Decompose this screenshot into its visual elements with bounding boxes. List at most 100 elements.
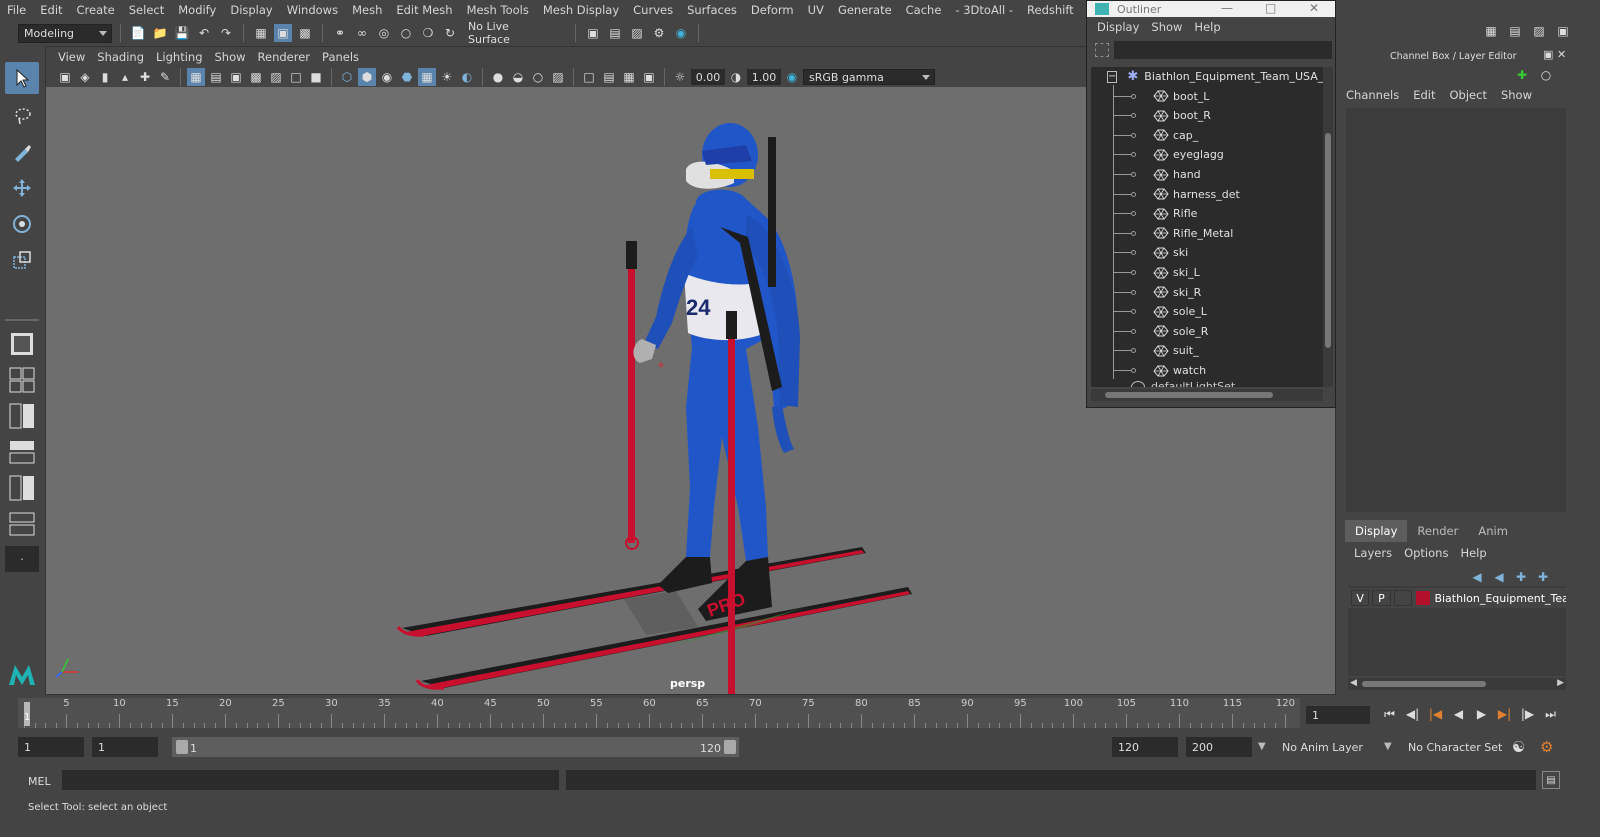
collapse-icon[interactable]: −	[1107, 70, 1118, 83]
play-backward-icon[interactable]: ◀	[1449, 704, 1468, 724]
new-layer-icon[interactable]: ✚	[1512, 568, 1530, 586]
channel-box-icon[interactable]: ▣	[1554, 22, 1572, 40]
layer-type-toggle[interactable]	[1393, 590, 1412, 606]
color-management-icon[interactable]: ◉	[783, 68, 801, 86]
scrollbar-thumb[interactable]	[1105, 392, 1273, 398]
range-slider[interactable]	[172, 737, 739, 757]
layer-visibility-toggle[interactable]: V	[1351, 590, 1370, 606]
outliner-item-rifle-metal[interactable]: Rifle_Metal	[1091, 224, 1323, 243]
script-editor-icon[interactable]: ▤	[1542, 771, 1560, 789]
outliner-item-ski-l[interactable]: ski_L	[1091, 263, 1323, 282]
menu-mesh[interactable]: Mesh	[345, 3, 389, 17]
scale-tool-button[interactable]	[5, 244, 39, 276]
select-tool-button[interactable]	[5, 62, 39, 94]
outliner-vertical-scrollbar[interactable]	[1323, 67, 1333, 387]
outliner-window[interactable]: Outliner — □ ✕ Display Show Help − ✱ Biath…	[1086, 0, 1336, 408]
outliner-item-rifle[interactable]: Rifle	[1091, 204, 1323, 223]
preferences-icon[interactable]: ⚙	[1540, 738, 1553, 756]
xray-icon[interactable]: ▤	[600, 68, 618, 86]
outliner-search-input[interactable]	[1114, 41, 1332, 59]
outliner-item-ski-r[interactable]: ski_R	[1091, 283, 1323, 302]
shadows-icon[interactable]: ◐	[458, 68, 476, 86]
grease-pencil-icon[interactable]: ✎	[156, 68, 174, 86]
save-scene-icon[interactable]: 💾	[173, 24, 191, 42]
close-icon[interactable]: ✕	[1557, 48, 1566, 61]
redo-icon[interactable]: ↷	[217, 24, 235, 42]
move-tool-button[interactable]	[5, 172, 39, 204]
channel-menu-show[interactable]: Show	[1501, 88, 1532, 102]
menu-mesh-display[interactable]: Mesh Display	[536, 3, 626, 17]
outliner-item-harness-det[interactable]: harness_det	[1091, 185, 1323, 204]
color-space-dropdown[interactable]: sRGB gamma	[803, 69, 935, 85]
scroll-left-icon[interactable]: ◀	[1350, 678, 1357, 688]
chevron-down-icon[interactable]: ▼	[1258, 741, 1266, 752]
step-forward-key-icon[interactable]: ▶|	[1495, 704, 1514, 724]
film-gate-icon[interactable]: ▤	[207, 68, 225, 86]
gate-mask-icon[interactable]: ▩	[247, 68, 265, 86]
step-back-frame-icon[interactable]: ◀|	[1403, 704, 1422, 724]
safe-title-icon[interactable]: ■	[307, 68, 325, 86]
close-icon[interactable]: ✕	[1309, 1, 1319, 15]
outliner-partial-row[interactable]: defaultLightSet	[1091, 377, 1323, 387]
menu-deform[interactable]: Deform	[744, 3, 801, 17]
menu-windows[interactable]: Windows	[280, 3, 345, 17]
maximize-icon[interactable]: □	[1265, 1, 1276, 15]
modeling-toolkit-icon[interactable]: ▦	[1482, 22, 1500, 40]
single-view-layout-button[interactable]	[5, 328, 39, 360]
channel-menu-edit[interactable]: Edit	[1413, 88, 1435, 102]
outliner-tree[interactable]: − ✱ Biathlon_Equipment_Team_USA_Se boot_…	[1091, 67, 1323, 387]
menu-redshift[interactable]: Redshift	[1020, 3, 1081, 17]
safe-action-icon[interactable]: □	[287, 68, 305, 86]
select-object-icon[interactable]: ▣	[274, 24, 292, 42]
menu-uv[interactable]: UV	[801, 3, 831, 17]
menu-generate[interactable]: Generate	[831, 3, 899, 17]
play-forward-icon[interactable]: ▶	[1472, 704, 1491, 724]
textured-icon[interactable]: ▦	[418, 68, 436, 86]
outliner-horizontal-scrollbar[interactable]	[1091, 389, 1323, 401]
new-scene-icon[interactable]: 📄	[129, 24, 147, 42]
manipulator-icon[interactable]: ✚	[1513, 66, 1531, 84]
ipr-render-icon[interactable]: ▨	[628, 24, 646, 42]
anti-aliasing-icon[interactable]: ○	[529, 68, 547, 86]
layer-menu-help[interactable]: Help	[1460, 546, 1486, 560]
animation-start-field[interactable]: 1	[18, 737, 84, 757]
live-surface-field[interactable]: No Live Surface	[463, 20, 557, 46]
wireframe-on-shaded-icon[interactable]: ⬣	[398, 68, 416, 86]
custom-layout-button[interactable]: ·	[5, 546, 39, 572]
go-to-start-icon[interactable]: ⏮	[1380, 704, 1399, 724]
menu-create[interactable]: Create	[70, 3, 122, 17]
channel-box-area[interactable]	[1346, 108, 1566, 512]
isolate-select-icon[interactable]: □	[580, 68, 598, 86]
open-scene-icon[interactable]: 📁	[151, 24, 169, 42]
snap-grid-icon[interactable]: ⚭	[331, 24, 349, 42]
chevron-down-icon[interactable]: ▼	[1384, 741, 1392, 752]
default-material-icon[interactable]: ◉	[378, 68, 396, 86]
scrollbar-thumb[interactable]	[1325, 133, 1331, 348]
outliner-item-cap[interactable]: cap_	[1091, 126, 1323, 145]
animation-end-field[interactable]: 200	[1186, 737, 1252, 757]
render-view-icon[interactable]: ▣	[584, 24, 602, 42]
menu-file[interactable]: File	[0, 3, 33, 17]
snap-point-icon[interactable]: ◎	[375, 24, 393, 42]
move-layer-up-icon[interactable]: ◀	[1468, 568, 1486, 586]
move-layer-down-icon[interactable]: ◀	[1490, 568, 1508, 586]
motion-blur-icon[interactable]: ◒	[509, 68, 527, 86]
grid-toggle-icon[interactable]: ▦	[187, 68, 205, 86]
rotate-tool-button[interactable]	[5, 208, 39, 240]
render-settings-icon[interactable]: ⚙	[650, 24, 668, 42]
outliner-item-sole-r[interactable]: sole_R	[1091, 322, 1323, 341]
gamma-field[interactable]: 1.00	[747, 69, 781, 85]
float-icon[interactable]: ▣	[1543, 48, 1553, 61]
viewport-menu-show[interactable]: Show	[209, 50, 252, 64]
layer-menu-layers[interactable]: Layers	[1354, 546, 1392, 560]
menu-curves[interactable]: Curves	[626, 3, 680, 17]
workspace-dropdown[interactable]: Modeling	[18, 23, 112, 43]
channel-menu-channels[interactable]: Channels	[1346, 88, 1399, 102]
tool-settings-icon[interactable]: ▨	[1530, 22, 1548, 40]
step-back-key-icon[interactable]: |◀	[1426, 704, 1445, 724]
lasso-tool-button[interactable]	[5, 100, 39, 132]
tab-anim[interactable]: Anim	[1468, 520, 1518, 542]
lights-icon[interactable]: ☀	[438, 68, 456, 86]
anim-layer-dropdown[interactable]: No Anim Layer	[1276, 737, 1386, 757]
xray-joints-icon[interactable]: ▦	[620, 68, 638, 86]
